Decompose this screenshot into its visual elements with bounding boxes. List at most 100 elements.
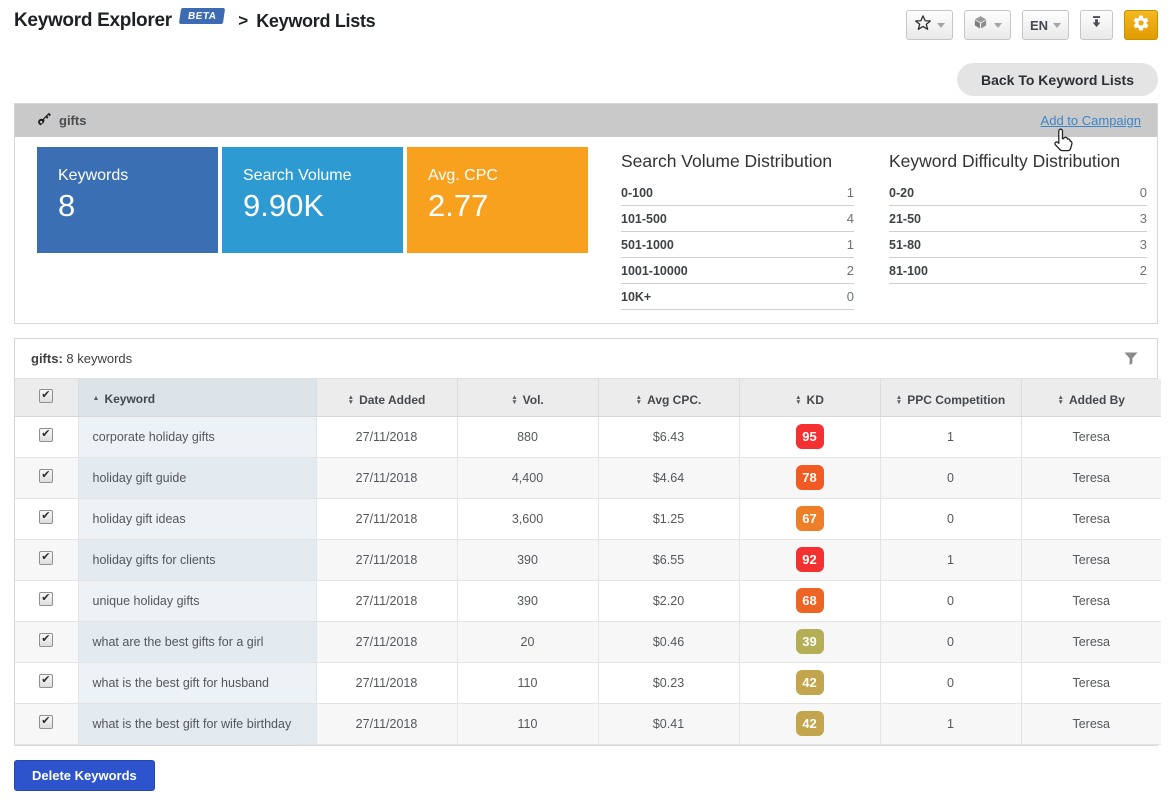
date-added-cell: 27/11/2018 (316, 580, 457, 621)
sort-ascending-icon: ▲ (93, 395, 100, 402)
delete-keywords-button[interactable]: Delete Keywords (14, 760, 155, 791)
distribution-count: 1 (847, 237, 854, 252)
distribution-row: 21-503 (889, 206, 1147, 232)
table-caption: gifts: 8 keywords (31, 351, 132, 366)
distribution-count: 0 (847, 289, 854, 304)
kd-cell: 95 (739, 416, 880, 457)
date-added-column-header[interactable]: ▲▼Date Added (316, 379, 457, 416)
ppc-competition-column-header[interactable]: ▲▼PPC Competition (880, 379, 1021, 416)
filter-button[interactable] (1123, 351, 1139, 367)
stat-value: 8 (58, 188, 218, 224)
keyword-table: ▲Keyword ▲▼Date Added ▲▼Vol. ▲▼Avg CPC. … (15, 379, 1161, 745)
avg-cpc-cell: $4.64 (598, 457, 739, 498)
search-volume-distribution-rows: 0-1001101-5004501-100011001-10000210K+0 (621, 180, 854, 310)
kd-badge: 68 (796, 588, 824, 613)
distribution-row: 10K+0 (621, 284, 854, 310)
gear-icon (1132, 14, 1150, 37)
back-to-keyword-lists-button[interactable]: Back To Keyword Lists (957, 63, 1158, 96)
column-label: Vol. (523, 393, 544, 407)
ppc-competition-cell: 0 (880, 662, 1021, 703)
avg-cpc-cell: $6.55 (598, 539, 739, 580)
kd-cell: 42 (739, 703, 880, 744)
row-checkbox[interactable] (39, 428, 53, 442)
table-row: corporate holiday gifts27/11/2018880$6.4… (15, 416, 1161, 457)
kd-badge: 42 (796, 711, 824, 736)
volume-column-header[interactable]: ▲▼Vol. (457, 379, 598, 416)
modules-button[interactable] (964, 10, 1011, 40)
volume-cell: 3,600 (457, 498, 598, 539)
table-caption-bar: gifts: 8 keywords (15, 339, 1157, 379)
column-label: KD (807, 393, 824, 407)
export-button[interactable] (1080, 10, 1113, 40)
avg-cpc-cell: $0.23 (598, 662, 739, 703)
row-checkbox-cell (15, 621, 78, 662)
keyword-cell: what is the best gift for husband (78, 662, 316, 703)
kd-column-header[interactable]: ▲▼KD (739, 379, 880, 416)
keyword-cell: what is the best gift for wife birthday (78, 703, 316, 744)
row-checkbox-cell (15, 498, 78, 539)
volume-cell: 390 (457, 580, 598, 621)
table-header-row: ▲Keyword ▲▼Date Added ▲▼Vol. ▲▼Avg CPC. … (15, 379, 1161, 416)
row-checkbox[interactable] (39, 592, 53, 606)
keyword-cell: what are the best gifts for a girl (78, 621, 316, 662)
added-by-cell: Teresa (1021, 416, 1161, 457)
row-checkbox[interactable] (39, 633, 53, 647)
stat-value: 2.77 (428, 188, 588, 224)
chevron-down-icon (994, 23, 1002, 28)
avg-cpc-column-header[interactable]: ▲▼Avg CPC. (598, 379, 739, 416)
row-checkbox[interactable] (39, 551, 53, 565)
date-added-cell: 27/11/2018 (316, 662, 457, 703)
settings-button[interactable] (1124, 10, 1158, 40)
row-checkbox[interactable] (39, 674, 53, 688)
search-volume-card: Search Volume 9.90K (222, 147, 403, 253)
distribution-row: 1001-100002 (621, 258, 854, 284)
page-title: Keyword Explorer (14, 10, 172, 32)
favorites-button[interactable] (906, 10, 953, 40)
date-added-cell: 27/11/2018 (316, 621, 457, 662)
row-checkbox-cell (15, 539, 78, 580)
keyword-cell: holiday gifts for clients (78, 539, 316, 580)
top-bar: Keyword Explorer BETA > Keyword Lists (12, 0, 1160, 50)
row-checkbox[interactable] (39, 715, 53, 729)
distribution-row: 0-1001 (621, 180, 854, 206)
kd-cell: 67 (739, 498, 880, 539)
date-added-cell: 27/11/2018 (316, 703, 457, 744)
date-added-cell: 27/11/2018 (316, 539, 457, 580)
add-to-campaign-link[interactable]: Add to Campaign (1041, 113, 1141, 128)
avg-cpc-card: Avg. CPC 2.77 (407, 147, 588, 253)
row-checkbox[interactable] (39, 510, 53, 524)
keyword-cell: unique holiday gifts (78, 580, 316, 621)
chevron-down-icon (1053, 23, 1061, 28)
volume-cell: 20 (457, 621, 598, 662)
table-row: holiday gifts for clients27/11/2018390$6… (15, 539, 1161, 580)
distribution-count: 2 (1140, 263, 1147, 278)
row-checkbox-cell (15, 416, 78, 457)
kd-badge: 42 (796, 670, 824, 695)
keyword-cell: corporate holiday gifts (78, 416, 316, 457)
ppc-competition-cell: 0 (880, 457, 1021, 498)
avg-cpc-cell: $2.20 (598, 580, 739, 621)
funnel-icon (1123, 351, 1139, 367)
row-checkbox[interactable] (39, 469, 53, 483)
distribution-count: 3 (1140, 211, 1147, 226)
distribution-range: 1001-10000 (621, 264, 688, 278)
kd-cell: 42 (739, 662, 880, 703)
date-added-cell: 27/11/2018 (316, 416, 457, 457)
added-by-column-header[interactable]: ▲▼Added By (1021, 379, 1161, 416)
stat-value: 9.90K (243, 188, 403, 224)
key-icon (37, 111, 52, 131)
avg-cpc-cell: $6.43 (598, 416, 739, 457)
volume-cell: 4,400 (457, 457, 598, 498)
distribution-range: 501-1000 (621, 238, 674, 252)
language-select[interactable]: EN (1022, 10, 1069, 40)
keyword-cell: holiday gift guide (78, 457, 316, 498)
volume-cell: 390 (457, 539, 598, 580)
column-label: Added By (1069, 393, 1125, 407)
avg-cpc-cell: $1.25 (598, 498, 739, 539)
row-checkbox-cell (15, 580, 78, 621)
row-checkbox-cell (15, 457, 78, 498)
added-by-cell: Teresa (1021, 539, 1161, 580)
date-added-cell: 27/11/2018 (316, 498, 457, 539)
keyword-column-header[interactable]: ▲Keyword (78, 379, 316, 416)
select-all-checkbox[interactable] (39, 389, 53, 403)
